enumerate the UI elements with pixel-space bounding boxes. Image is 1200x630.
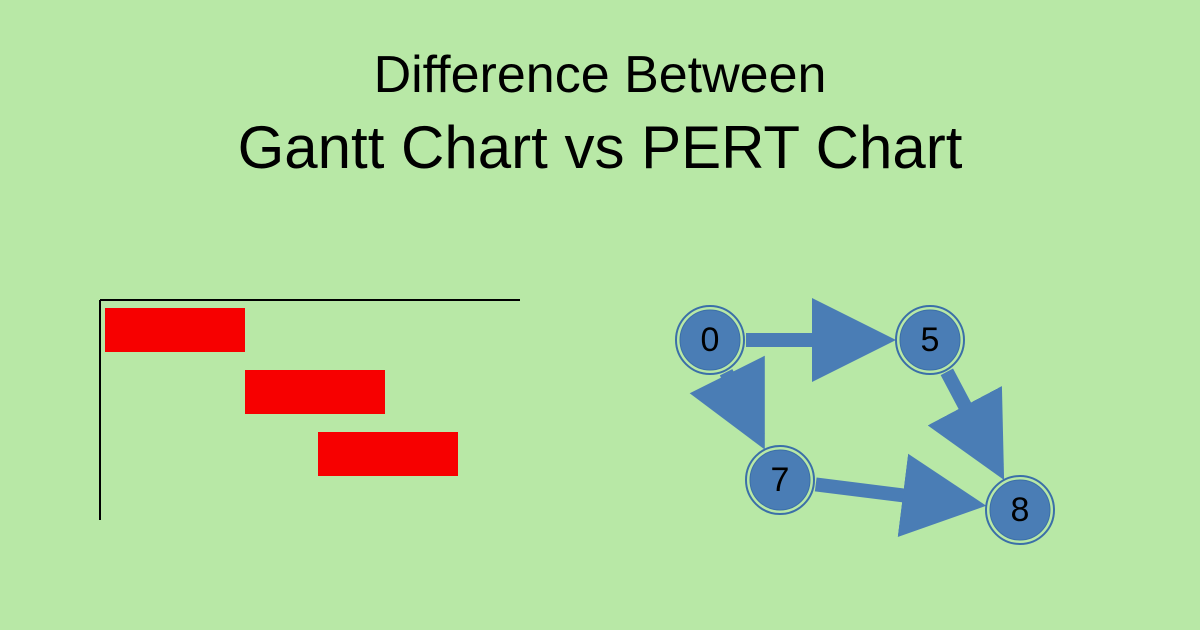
pert-node-label: 5 <box>921 321 940 359</box>
title-line1: Difference Between <box>0 45 1200 105</box>
title-block: Difference Between Gantt Chart vs PERT C… <box>0 0 1200 182</box>
pert-edge <box>726 372 758 437</box>
diagrams-container: 0 5 7 8 <box>0 280 1200 630</box>
gantt-bar <box>105 308 245 352</box>
pert-node-label: 8 <box>1011 491 1030 529</box>
pert-node-label: 0 <box>701 321 720 359</box>
gantt-bar <box>318 432 458 476</box>
gantt-bar <box>245 370 385 414</box>
title-line2: Gantt Chart vs PERT Chart <box>0 113 1200 182</box>
pert-edge <box>816 484 973 504</box>
pert-edge <box>947 372 998 468</box>
pert-node-label: 7 <box>771 461 790 499</box>
gantt-chart-icon <box>80 290 540 530</box>
pert-chart-icon: 0 5 7 8 <box>640 290 1100 580</box>
